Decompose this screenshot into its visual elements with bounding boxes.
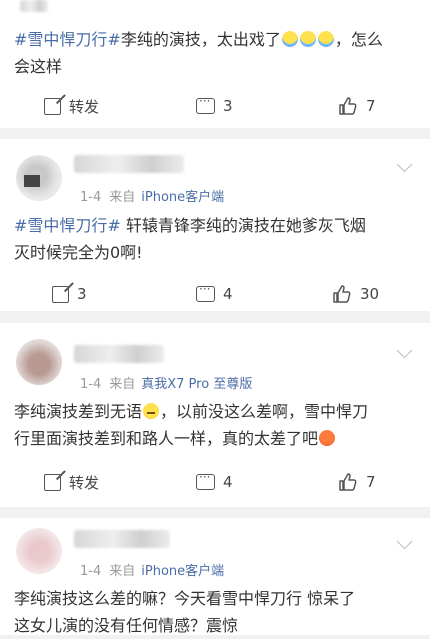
share-icon xyxy=(44,97,61,115)
post-meta: 1-4 来自 iPhone客户端 xyxy=(80,190,225,205)
avatar[interactable] xyxy=(16,528,62,574)
username-blurred[interactable] xyxy=(74,345,164,363)
like-button[interactable]: 7 xyxy=(338,462,376,502)
comment-button[interactable]: 4 xyxy=(196,462,233,502)
cry-laugh-emoji-icon xyxy=(299,31,316,47)
thumbs-up-icon xyxy=(332,284,352,304)
comment-button[interactable]: 3 xyxy=(196,86,233,126)
cry-laugh-emoji-icon xyxy=(281,31,298,47)
chevron-down-icon[interactable] xyxy=(396,156,413,173)
share-button[interactable]: 转发 xyxy=(44,86,99,126)
post-card-2: 1-4 来自 iPhone客户端 #雪中悍刀行# 轩辕青锋李纯的演技在她爹灰飞烟 灭… xyxy=(0,139,430,311)
share-icon xyxy=(44,473,61,491)
thumbs-up-icon xyxy=(338,472,358,492)
username-blurred[interactable] xyxy=(74,155,184,173)
username-blurred[interactable] xyxy=(74,530,170,548)
comment-icon xyxy=(196,94,215,114)
post-text: 李纯演技差到无语 ，以前没这么差啊，雪中悍刀 行里面演技差到和路人一样，真的太差了… xyxy=(14,402,369,448)
share-button[interactable]: 转发 xyxy=(44,462,99,502)
post-meta: 1-4 来自 iPhone客户端 xyxy=(80,564,225,579)
chevron-down-icon[interactable] xyxy=(396,533,413,550)
post-actions: 3 4 30 xyxy=(0,274,430,314)
share-button[interactable]: 3 xyxy=(52,274,87,314)
post-text: 李纯演技这么差的嘛？今天看雪中悍刀行 惊呆了 这女儿演的没有任何情感？震惊 xyxy=(14,589,356,635)
post-text: #雪中悍刀行# 轩辕青锋李纯的演技在她爹灰飞烟 灭时候完全为0啊! xyxy=(14,216,366,262)
avatar[interactable] xyxy=(16,155,62,201)
share-icon xyxy=(52,285,69,303)
avatar[interactable] xyxy=(16,339,62,385)
like-button[interactable]: 7 xyxy=(338,86,376,126)
post-actions: 转发 4 7 xyxy=(0,462,430,502)
post-card-1: #雪中悍刀行#李纯的演技，太出戏了，怎么 会这样 转发 3 7 xyxy=(0,0,430,128)
post-card-4: 1-4 来自 iPhone客户端 李纯演技这么差的嘛？今天看雪中悍刀行 惊呆了 这女… xyxy=(0,518,430,635)
post-text: #雪中悍刀行#李纯的演技，太出戏了 ，怎么 会这样 xyxy=(14,30,383,76)
chevron-down-icon[interactable] xyxy=(396,342,413,359)
post-card-3: 1-4 来自 真我X7 Pro 至尊版 李纯演技差到无语 ，以前没这么差啊，雪中悍刀 … xyxy=(0,323,430,507)
like-button[interactable]: 30 xyxy=(332,274,379,314)
post-actions: 转发 3 7 xyxy=(0,86,430,126)
topic-link[interactable]: #雪中悍刀行# xyxy=(14,30,121,49)
cry-laugh-emoji-icon xyxy=(317,31,334,47)
username-blurred[interactable] xyxy=(20,0,48,12)
comment-icon xyxy=(196,282,215,302)
angry-emoji-icon xyxy=(319,430,336,446)
speechless-emoji-icon xyxy=(143,403,160,419)
comment-icon xyxy=(196,470,215,490)
topic-link[interactable]: #雪中悍刀行# xyxy=(14,216,121,235)
thumbs-up-icon xyxy=(338,96,358,116)
comment-button[interactable]: 4 xyxy=(196,274,233,314)
post-meta: 1-4 来自 真我X7 Pro 至尊版 xyxy=(80,377,253,392)
